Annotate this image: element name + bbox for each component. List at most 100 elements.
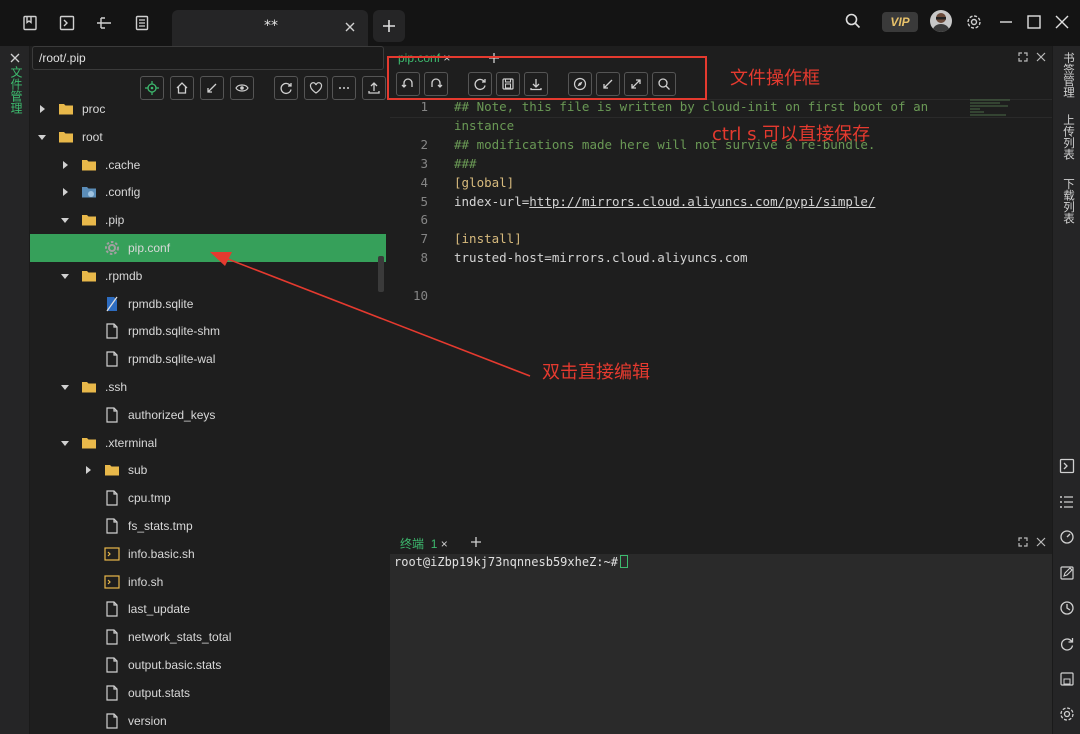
window-close-icon[interactable] [1054,14,1070,30]
heart-icon [309,82,323,94]
chevron-right-icon[interactable] [61,188,69,197]
close-panel-icon[interactable] [9,52,21,64]
file-tree-row[interactable]: network_stats_total [30,623,386,651]
line-number: 10 [412,288,428,303]
file-tree-row[interactable]: .ssh [30,373,386,401]
chevron-down-icon[interactable] [61,272,69,280]
session-tab-title: ** [264,18,278,34]
code-url[interactable]: http://mirrors.cloud.aliyuncs.com/pypi/s… [529,194,875,209]
file-tree-row[interactable]: authorized_keys [30,401,386,429]
file-tree-row[interactable]: .config [30,178,386,206]
file-icon [106,629,118,645]
plus-icon[interactable] [470,536,482,548]
file-tree-row[interactable]: info.sh [30,568,386,596]
upload-icon [368,82,380,94]
split-icon[interactable] [96,15,112,31]
chevron-down-icon[interactable] [61,439,69,447]
close-icon[interactable]: × [441,537,448,551]
avatar[interactable] [930,10,952,32]
document-icon[interactable] [134,15,150,31]
terminal-icon[interactable] [59,15,75,31]
expand-icon[interactable] [1018,537,1028,547]
gauge-icon[interactable] [1059,529,1075,545]
line-number: 3 [420,155,428,171]
settings-icon[interactable] [966,14,982,30]
terminal-icon[interactable] [1059,458,1075,474]
new-tab-button[interactable] [373,10,405,42]
file-tree-label: info.basic.sh [128,546,195,561]
file-tree-row[interactable]: pip.conf [30,233,386,262]
minimize-icon[interactable] [998,14,1014,30]
line-number: 7 [420,231,428,247]
bookmark-manager-tab[interactable]: 书签管理 [1060,52,1076,98]
terminal-tab[interactable]: 终端 1 × [400,535,448,552]
file-tree-row[interactable]: root [30,123,386,151]
bookmark-icon[interactable] [22,15,38,31]
terminal-cursor [619,555,628,568]
line-number: 2 [420,136,428,152]
sync-icon[interactable] [1059,636,1075,652]
code-line: [global] [454,175,514,190]
file-tree-row[interactable]: info.basic.sh [30,540,386,568]
file-tree-row[interactable]: version [30,707,386,734]
file-tree-row[interactable]: rpmdb.sqlite-shm [30,317,386,345]
chevron-down-icon[interactable] [61,216,69,224]
path-input[interactable]: /root/.pip [32,46,384,70]
file-tree-row[interactable]: .cache [30,151,386,179]
close-icon[interactable] [343,20,357,34]
settings-icon[interactable] [1059,706,1075,722]
file-tree-label: info.sh [128,574,164,589]
download-list-tab[interactable]: 下载列表 [1060,178,1076,224]
file-tree-row[interactable]: proc [30,95,386,123]
vip-badge[interactable]: VIP [882,12,918,32]
save-icon[interactable] [1059,671,1075,687]
maximize-icon[interactable] [1026,14,1042,30]
history-icon[interactable] [1059,600,1075,616]
search-icon[interactable] [845,13,861,29]
chevron-down-icon[interactable] [61,383,69,391]
close-icon[interactable] [1036,537,1046,547]
eye-icon [235,84,249,92]
terminal-tab-index: 1 [430,537,438,551]
refresh-icon [280,82,292,95]
code-line: ### [454,156,477,171]
file-tree-row[interactable]: fs_stats.tmp [30,512,386,540]
file-manager-tab[interactable]: 文件管理 [8,66,25,114]
file-tree-label: .pip [105,213,125,228]
file-tree-row[interactable]: rpmdb.sqlite [30,290,386,318]
file-tree-row[interactable]: .xterminal [30,429,386,457]
file-tree-label: fs_stats.tmp [128,518,193,533]
file-tree-label: rpmdb.sqlite-wal [128,352,216,367]
file-tree-row[interactable]: output.stats [30,679,386,707]
expand-icon[interactable] [1018,52,1028,62]
scrollbar[interactable] [378,256,384,292]
upload-list-tab[interactable]: 上传列表 [1060,114,1076,160]
file-tree-row[interactable]: output.basic.stats [30,651,386,679]
code-text: instance [454,117,515,133]
line-number: 1 [420,99,428,114]
file-tree-row[interactable]: rpmdb.sqlite-wal [30,345,386,373]
chevron-right-icon[interactable] [84,466,92,475]
line-number: 6 [420,212,428,228]
file-tree-row[interactable]: .pip [30,206,386,234]
list-icon[interactable] [1059,494,1075,510]
chevron-right-icon[interactable] [61,160,69,169]
file-tree-row[interactable]: .rpmdb [30,262,386,290]
code-text: trusted-host=mirrors.cloud.aliyuncs.com [454,250,748,266]
session-tab[interactable]: ** [172,10,368,46]
file-panel: /root/.pip proc root .cache .config .pip pip.… [30,46,386,734]
chevron-down-icon[interactable] [38,133,46,141]
file-tree-row[interactable]: sub [30,456,386,484]
code-text: ### [454,155,477,171]
file-tree-row[interactable]: last_update [30,595,386,623]
chevron-right-icon[interactable] [38,105,46,113]
terminal-output[interactable]: root@iZbp19kj73nqnnesb59xheZ:~# [394,555,628,569]
folder-icon [82,215,96,226]
file-tree-row[interactable]: cpu.tmp [30,484,386,512]
edit-icon[interactable] [1059,565,1075,581]
terminal-panel[interactable]: 终端 1 × root@iZbp19kj73nqnnesb59xheZ:~# [390,530,1052,734]
minimap[interactable] [970,98,1026,122]
terminal-prompt: root@iZbp19kj73nqnnesb59xheZ:~# [394,555,618,569]
folder-icon [59,104,73,115]
close-icon[interactable] [1036,52,1046,62]
